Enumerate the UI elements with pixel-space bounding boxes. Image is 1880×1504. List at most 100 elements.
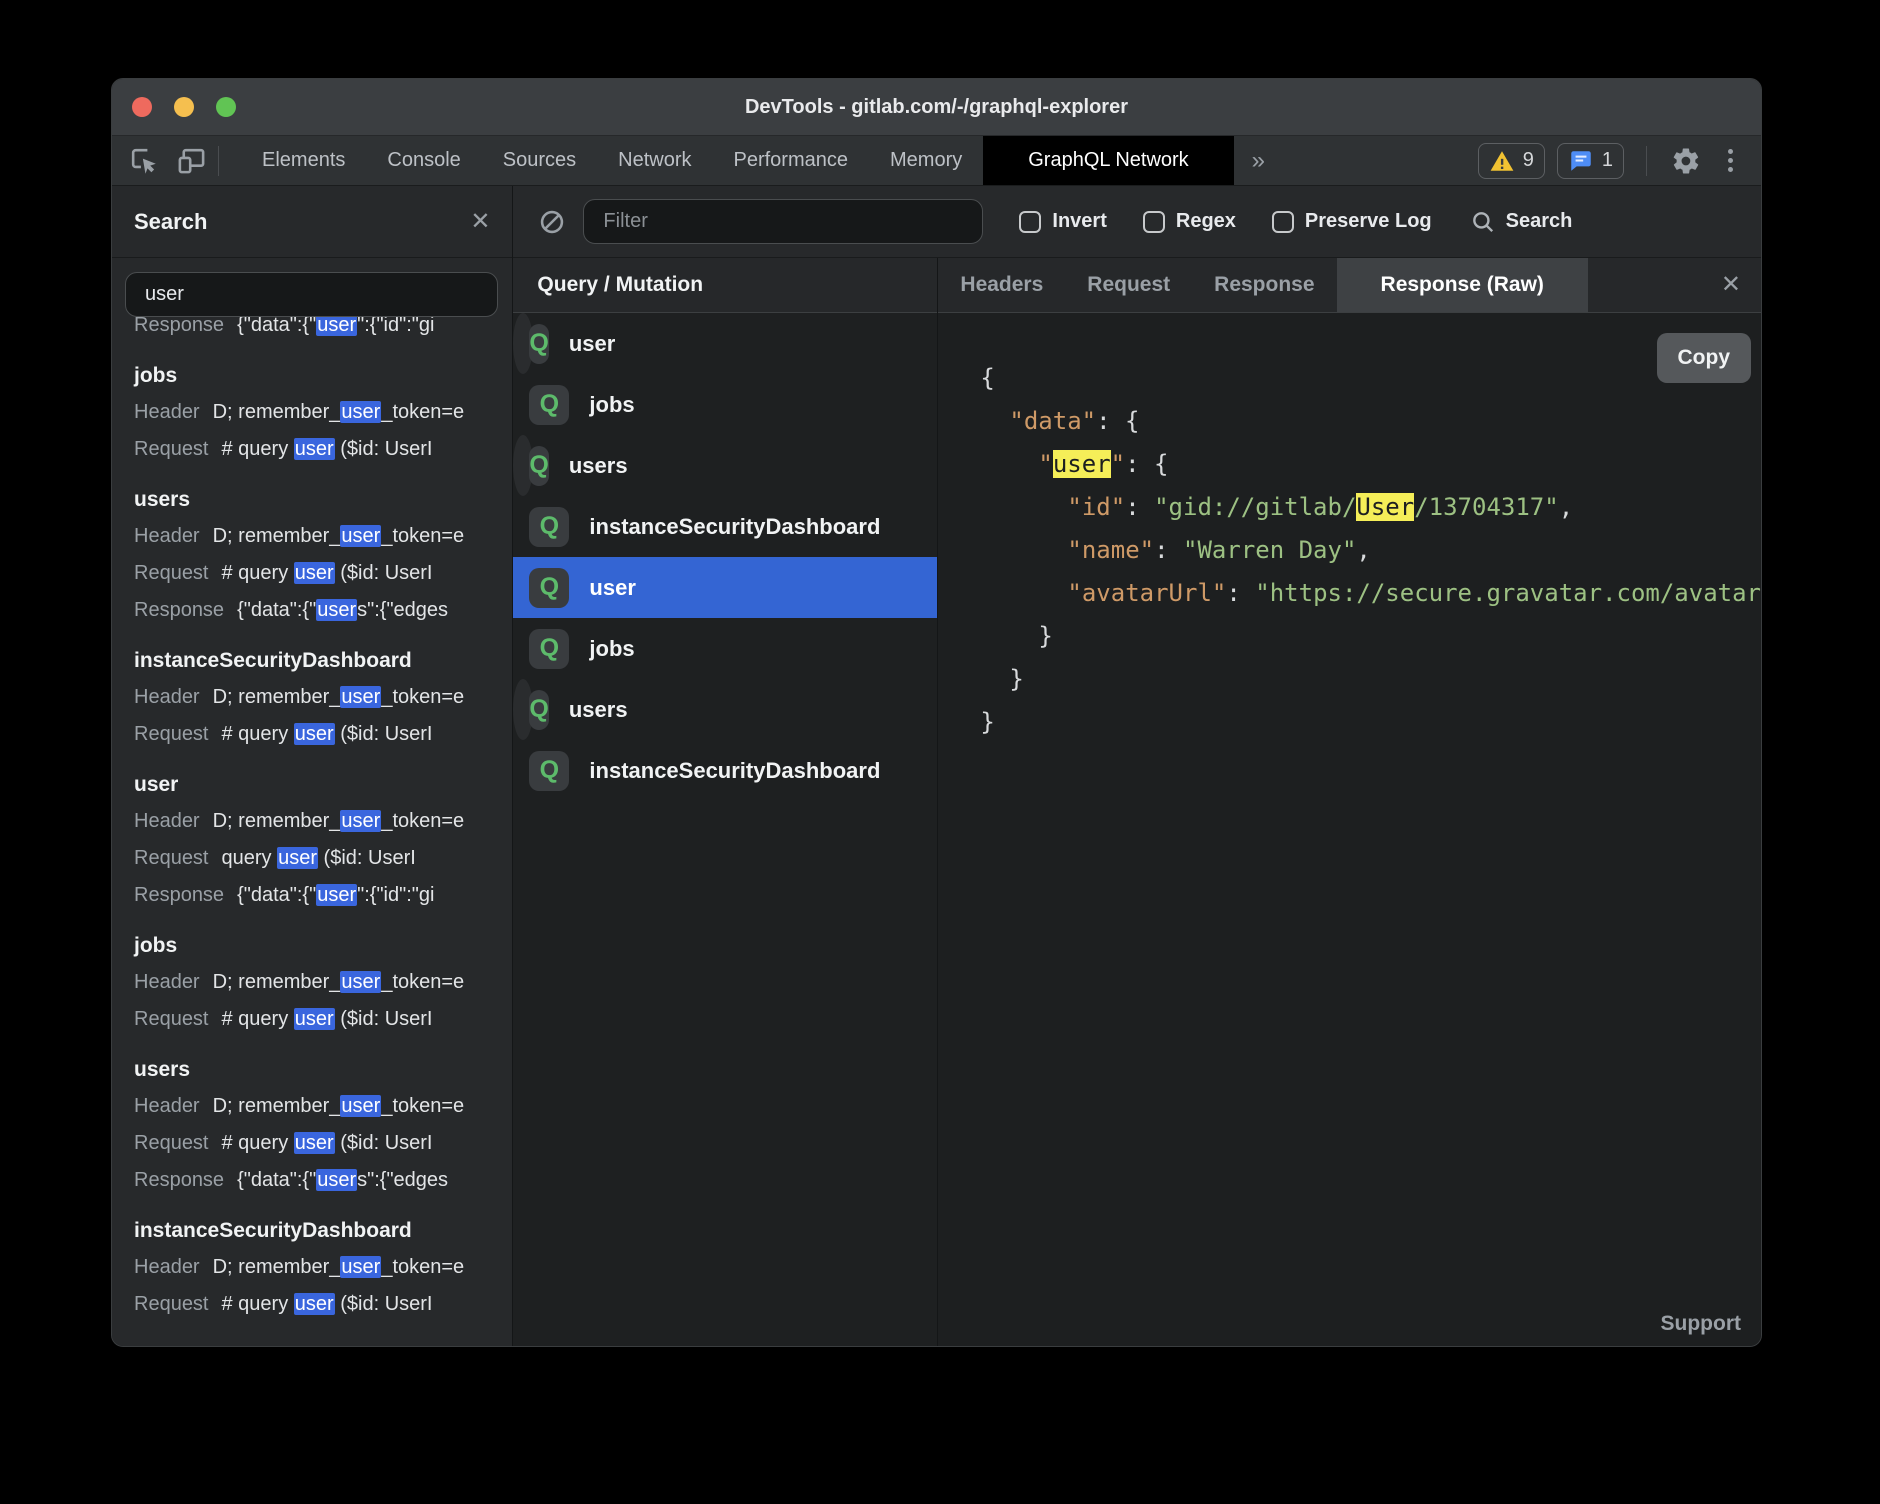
search-result-row[interactable]: Request# query user ($id: UserI — [134, 431, 512, 468]
tab-request[interactable]: Request — [1065, 258, 1192, 312]
checkbox-label: Invert — [1052, 210, 1106, 233]
result-text: ($id: UserI — [335, 1293, 433, 1315]
query-row-label: instanceSecurityDashboard — [589, 758, 880, 784]
search-panel: Search ✕ Response{"data":{"user":{"id":"… — [112, 186, 512, 1347]
close-window-button[interactable] — [132, 97, 152, 117]
search-input[interactable] — [125, 272, 498, 317]
match-highlight: user — [340, 401, 381, 423]
zoom-window-button[interactable] — [216, 97, 236, 117]
query-row-users[interactable]: Qusers — [513, 435, 533, 496]
network-region: Invert Regex Preserve Log Search Query / M… — [513, 186, 1761, 1347]
json-token: } — [1009, 665, 1023, 693]
result-text: D; remember_ — [213, 1256, 341, 1278]
json-token: { — [980, 364, 994, 392]
search-result-row[interactable]: HeaderD; remember_user_token=e — [134, 803, 512, 840]
tab-response[interactable]: Response — [1192, 258, 1336, 312]
search-result-row[interactable]: Request# query user ($id: UserI — [134, 1286, 512, 1323]
query-row-jobs[interactable]: Qjobs — [513, 618, 937, 679]
warning-icon — [1489, 148, 1515, 174]
result-text: D; remember_ — [213, 810, 341, 832]
checkbox-label: Regex — [1176, 210, 1236, 233]
more-tabs-icon[interactable]: » — [1234, 136, 1283, 185]
query-row-users[interactable]: Qusers — [513, 679, 533, 740]
search-result-row[interactable]: HeaderD; remember_user_token=e — [134, 1249, 512, 1286]
search-result-row[interactable]: Requestquery user ($id: UserI — [134, 840, 512, 877]
close-detail-icon[interactable]: ✕ — [1721, 273, 1741, 297]
result-text: # query — [222, 1293, 294, 1315]
match-highlight: user — [340, 525, 381, 547]
result-text: {"data":{" — [237, 317, 316, 336]
tab-response-raw[interactable]: Response (Raw) — [1337, 258, 1588, 312]
json-token: "name" — [1067, 536, 1154, 564]
tab-performance[interactable]: Performance — [713, 136, 870, 185]
match-highlight: user — [294, 438, 335, 460]
clear-log-icon[interactable] — [535, 205, 569, 239]
json-token: : — [1154, 536, 1183, 564]
checkbox-preserve-log[interactable]: Preserve Log — [1272, 210, 1432, 233]
json-token: , — [1559, 493, 1573, 521]
result-field-label: Request — [134, 847, 209, 869]
result-text: _token=e — [381, 401, 464, 423]
checkbox-box[interactable] — [1272, 211, 1294, 233]
warnings-badge[interactable]: 9 — [1478, 143, 1545, 179]
search-result-row[interactable]: HeaderD; remember_user_token=e — [134, 679, 512, 716]
tab-elements[interactable]: Elements — [241, 136, 366, 185]
search-result-row[interactable]: Request# query user ($id: UserI — [134, 1125, 512, 1162]
query-row-user[interactable]: Quser — [513, 557, 937, 618]
main-area: Search ✕ Response{"data":{"user":{"id":"… — [112, 186, 1761, 1347]
search-result-row[interactable]: HeaderD; remember_user_token=e — [134, 1088, 512, 1125]
tab-graphql-network[interactable]: GraphQL Network — [983, 136, 1233, 185]
minimize-window-button[interactable] — [174, 97, 194, 117]
search-result-row[interactable]: HeaderD; remember_user_token=e — [134, 394, 512, 431]
settings-gear-icon[interactable] — [1669, 144, 1703, 178]
query-row-instancesecuritydashboard[interactable]: QinstanceSecurityDashboard — [513, 740, 937, 801]
more-options-icon[interactable] — [1715, 149, 1745, 172]
result-field-label: Response — [134, 1169, 224, 1191]
support-link[interactable]: Support — [1661, 1312, 1741, 1336]
tab-console[interactable]: Console — [366, 136, 481, 185]
network-search-toggle[interactable]: Search — [1470, 209, 1573, 235]
tab-sources[interactable]: Sources — [482, 136, 597, 185]
filter-input[interactable] — [583, 199, 983, 244]
match-highlight: user — [340, 1256, 381, 1278]
checkbox-invert[interactable]: Invert — [1019, 210, 1106, 233]
checkbox-box[interactable] — [1019, 211, 1041, 233]
json-line: } — [980, 615, 1761, 658]
response-raw-content: Copy {"data": {"user": {"id": "gid://git… — [938, 313, 1761, 1347]
match-highlight: user — [294, 1132, 335, 1154]
copy-button[interactable]: Copy — [1657, 333, 1752, 383]
json-token: "https://secure.gravatar.com/avatar — [1255, 579, 1761, 607]
match-highlight: user — [316, 1169, 357, 1191]
query-row-instancesecuritydashboard[interactable]: QinstanceSecurityDashboard — [513, 496, 937, 557]
result-text: _token=e — [381, 971, 464, 993]
search-result-row[interactable]: Response{"data":{"users":{"edges — [134, 1162, 512, 1199]
query-row-jobs[interactable]: Qjobs — [513, 374, 937, 435]
search-result-row[interactable]: Request# query user ($id: UserI — [134, 1001, 512, 1038]
match-highlight: user — [316, 317, 357, 336]
lower-panels: Query / Mutation QuserQjobsQusersQinstan… — [513, 258, 1761, 1347]
issues-badge[interactable]: 1 — [1557, 143, 1624, 179]
inspect-element-icon[interactable] — [126, 144, 160, 178]
search-result-row[interactable]: Response{"data":{"user":{"id":"gi — [134, 317, 512, 344]
json-line: } — [980, 658, 1761, 701]
close-search-icon[interactable]: ✕ — [470, 210, 490, 234]
tab-memory[interactable]: Memory — [869, 136, 983, 185]
checkbox-box[interactable] — [1143, 211, 1165, 233]
search-result-row[interactable]: Request# query user ($id: UserI — [134, 716, 512, 753]
json-line: { — [980, 357, 1761, 400]
json-token: { — [1154, 450, 1168, 478]
warning-count: 9 — [1523, 149, 1534, 172]
result-field-label: Request — [134, 438, 209, 460]
search-result-row[interactable]: Response{"data":{"users":{"edges — [134, 592, 512, 629]
search-result-row[interactable]: HeaderD; remember_user_token=e — [134, 964, 512, 1001]
tab-network[interactable]: Network — [597, 136, 712, 185]
result-field-label: Header — [134, 1095, 200, 1117]
tab-headers[interactable]: Headers — [938, 258, 1065, 312]
checkbox-regex[interactable]: Regex — [1143, 210, 1236, 233]
query-row-user[interactable]: Quser — [513, 313, 533, 374]
device-toolbar-icon[interactable] — [174, 144, 208, 178]
result-field-label: Header — [134, 525, 200, 547]
search-result-row[interactable]: Request# query user ($id: UserI — [134, 555, 512, 592]
search-result-row[interactable]: Response{"data":{"user":{"id":"gi — [134, 877, 512, 914]
search-result-row[interactable]: HeaderD; remember_user_token=e — [134, 518, 512, 555]
